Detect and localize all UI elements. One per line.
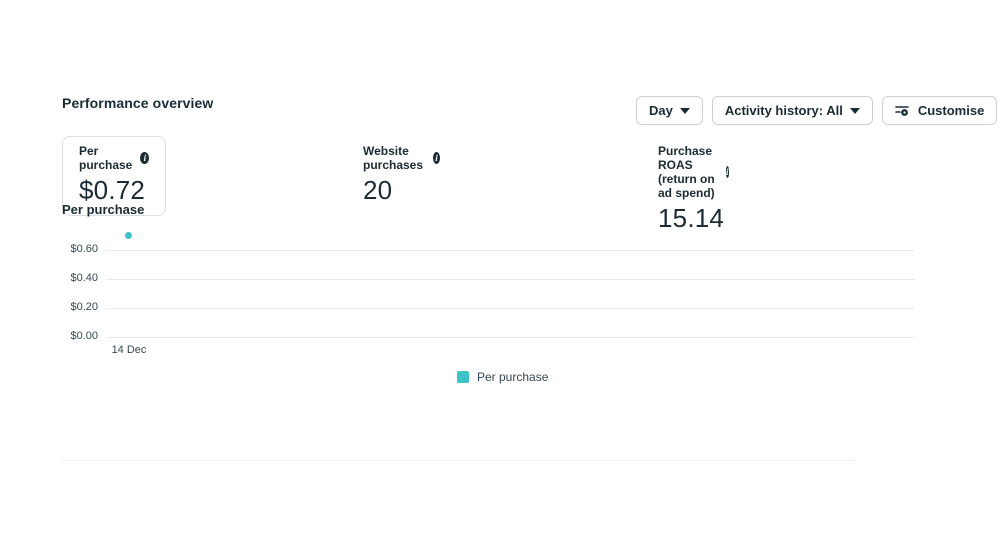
gridline bbox=[107, 337, 915, 338]
activity-history-label: Activity history: All bbox=[724, 103, 843, 118]
gridline bbox=[107, 250, 915, 251]
gridline bbox=[107, 279, 915, 280]
customise-label: Customise bbox=[917, 103, 985, 118]
data-point-per-purchase[interactable] bbox=[125, 232, 132, 239]
info-icon[interactable]: i bbox=[725, 166, 730, 178]
metric-value: 20 bbox=[363, 175, 393, 205]
metric-card-purchase-roas[interactable]: Purchase ROAS (return on ad spend) i 15.… bbox=[658, 136, 730, 243]
section-divider bbox=[62, 460, 855, 461]
metric-label: Website purchases bbox=[363, 144, 424, 172]
y-axis-tick: $0.20 bbox=[70, 301, 98, 313]
chevron-down-icon bbox=[679, 108, 690, 114]
customise-button[interactable]: Customise bbox=[881, 96, 998, 125]
performance-overview-panel: Performance overview Day Activity histor… bbox=[0, 0, 1000, 550]
activity-history-dropdown[interactable]: Activity history: All bbox=[711, 96, 873, 125]
legend-label: Per purchase bbox=[477, 370, 549, 384]
gridline bbox=[107, 308, 915, 309]
metric-label: Per purchase bbox=[79, 144, 133, 172]
info-icon[interactable]: i bbox=[140, 152, 150, 164]
legend-item-per-purchase[interactable]: Per purchase bbox=[457, 370, 548, 384]
chevron-down-icon bbox=[849, 108, 860, 114]
metric-card-website-purchases[interactable]: Website purchases i 20 bbox=[363, 136, 441, 215]
time-breakdown-label: Day bbox=[649, 103, 673, 118]
y-axis-tick: $0.60 bbox=[70, 243, 98, 255]
metric-value: 15.14 bbox=[658, 203, 725, 233]
x-axis-tick: 14 Dec bbox=[111, 344, 147, 356]
time-breakdown-dropdown[interactable]: Day bbox=[636, 96, 703, 125]
customise-sliders-icon bbox=[895, 103, 911, 119]
page-title: Performance overview bbox=[62, 95, 214, 111]
chart-title: Per purchase bbox=[62, 202, 145, 217]
y-axis-tick: $0.00 bbox=[70, 330, 98, 342]
metric-label: Purchase ROAS (return on ad spend) bbox=[658, 144, 715, 200]
y-axis-tick: $0.40 bbox=[70, 272, 98, 284]
info-icon[interactable]: i bbox=[432, 152, 441, 164]
chart-controls: Day Activity history: All Customise bbox=[636, 96, 998, 125]
legend-swatch bbox=[457, 371, 469, 383]
